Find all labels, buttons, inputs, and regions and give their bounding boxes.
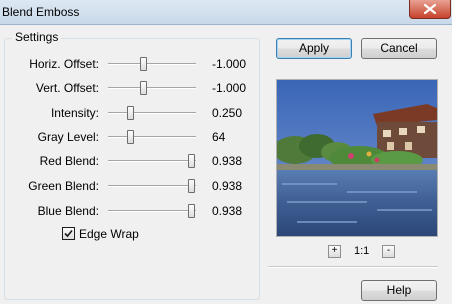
setting-row: Horiz. Offset: -1.000 <box>0 54 260 74</box>
help-button[interactable]: Help <box>361 280 437 301</box>
slider-thumb[interactable] <box>127 130 134 144</box>
slider-track[interactable] <box>108 136 196 138</box>
zoom-in-button[interactable]: + <box>328 245 341 258</box>
zoom-level: 1:1 <box>354 245 370 257</box>
setting-label: Blue Blend: <box>37 204 99 218</box>
setting-value: -1.000 <box>212 57 247 71</box>
setting-row: Blue Blend: 0.938 <box>0 201 260 221</box>
preview-picture <box>277 80 437 236</box>
edge-wrap-label: Edge Wrap <box>79 227 139 241</box>
title-bar: Blend Emboss <box>0 0 452 25</box>
setting-value: 0.250 <box>212 106 243 120</box>
setting-label: Vert. Offset: <box>35 81 99 95</box>
window-title: Blend Emboss <box>2 5 80 19</box>
slider-thumb[interactable] <box>187 179 195 193</box>
setting-row: Green Blend: 0.938 <box>0 176 260 196</box>
setting-value: 64 <box>212 130 226 144</box>
setting-row: Gray Level: 64 <box>0 127 260 147</box>
cancel-button[interactable]: Cancel <box>361 38 437 59</box>
setting-label: Green Blend: <box>28 179 99 193</box>
close-icon <box>424 4 436 14</box>
slider-thumb[interactable] <box>140 81 148 95</box>
slider-thumb[interactable] <box>127 106 134 120</box>
close-button[interactable] <box>409 0 451 19</box>
slider-thumb[interactable] <box>187 154 195 168</box>
setting-value: 0.938 <box>212 179 243 193</box>
slider-track[interactable] <box>108 112 196 114</box>
setting-label: Horiz. Offset: <box>29 57 99 71</box>
setting-label: Intensity: <box>50 106 99 120</box>
slider-thumb[interactable] <box>187 204 195 218</box>
edge-wrap-checkbox[interactable] <box>62 227 75 240</box>
slider-track[interactable] <box>108 185 196 187</box>
setting-value: 0.938 <box>212 204 243 218</box>
checkmark-icon <box>64 229 73 238</box>
setting-label: Red Blend: <box>39 154 99 168</box>
slider-thumb[interactable] <box>140 57 148 71</box>
setting-value: -1.000 <box>212 81 247 95</box>
slider-track[interactable] <box>108 210 196 212</box>
separator <box>268 266 438 268</box>
setting-label: Gray Level: <box>37 130 99 144</box>
setting-value: 0.938 <box>212 154 243 168</box>
slider-track[interactable] <box>108 87 196 89</box>
zoom-out-button[interactable]: - <box>382 245 395 258</box>
setting-row: Vert. Offset: -1.000 <box>0 78 260 98</box>
settings-group-title: Settings <box>12 30 62 44</box>
apply-button[interactable]: Apply <box>276 38 352 59</box>
setting-row: Red Blend: 0.938 <box>0 151 260 171</box>
preview-image <box>276 79 438 237</box>
setting-row: Intensity: 0.250 <box>0 103 260 123</box>
slider-track[interactable] <box>108 63 196 65</box>
slider-track[interactable] <box>108 160 196 162</box>
